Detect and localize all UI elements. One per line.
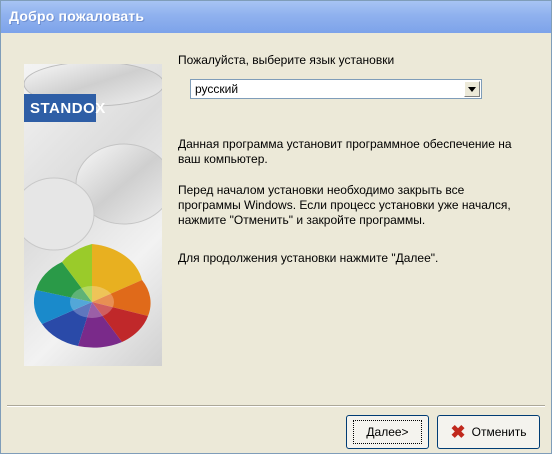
intro-text: Данная программа установит программное о… <box>178 137 512 166</box>
cancel-button[interactable]: ✖ Отменить <box>437 415 540 449</box>
footer-divider <box>7 405 545 407</box>
brand-sidebar-image: STANDOX <box>24 64 162 366</box>
title-bar[interactable]: Добро пожаловать <box>1 1 551 33</box>
next-button[interactable]: Далее> <box>346 415 429 449</box>
color-wheel-icon <box>33 244 151 348</box>
content-area: STANDOX Пожалуйста, выберите язык устано… <box>7 41 551 401</box>
close-x-icon: ✖ <box>450 422 466 442</box>
language-selected-value: русский <box>195 82 239 96</box>
close-programs-text: Перед началом установки необходимо закры… <box>178 183 511 227</box>
standox-logo-text: STANDOX <box>30 100 106 117</box>
chevron-down-icon[interactable] <box>464 81 480 97</box>
window-title: Добро пожаловать <box>9 8 145 24</box>
language-label: Пожалуйста, выберите язык установки <box>178 53 395 67</box>
next-button-label: Далее> <box>353 420 422 444</box>
cancel-button-label: Отменить <box>471 425 527 439</box>
installer-window: Добро пожаловать STANDOX Пожалуйста, выб… <box>0 0 552 454</box>
continue-text: Для продолжения установки нажмите "Далее… <box>178 251 439 265</box>
language-select[interactable]: русский <box>190 79 482 99</box>
